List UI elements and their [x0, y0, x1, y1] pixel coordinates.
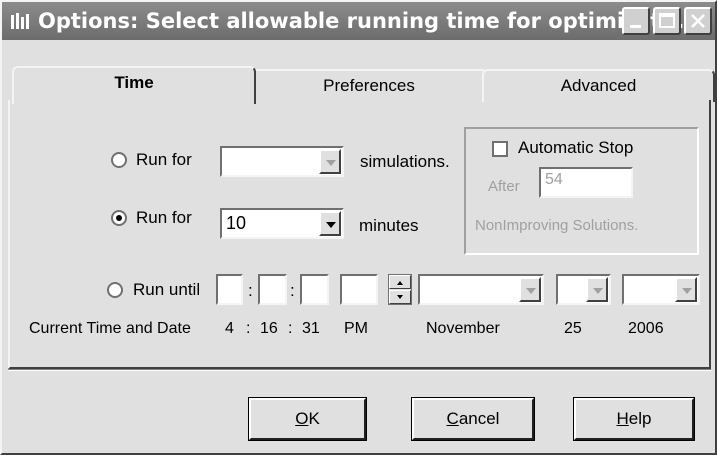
- button-separator: [8, 369, 711, 371]
- automatic-stop-label: Automatic Stop: [518, 138, 634, 157]
- ok-button[interactable]: OK: [248, 397, 367, 441]
- run-for-minutes-radio[interactable]: [111, 210, 127, 226]
- current-year: 2006: [628, 320, 664, 337]
- app-icon: [11, 13, 29, 29]
- run-until-radio[interactable]: [107, 282, 123, 298]
- minutes-value: 10: [226, 213, 247, 233]
- spin-up-button[interactable]: [389, 275, 411, 289]
- tab-time[interactable]: Time: [12, 66, 256, 104]
- nonimproving-label: NonImproving Solutions.: [475, 217, 639, 234]
- spin-down-icon: [397, 295, 403, 299]
- automatic-stop-checkbox[interactable]: [492, 141, 508, 157]
- until-day-dropdown-icon[interactable]: [586, 277, 608, 302]
- minutes-suffix: minutes: [359, 216, 419, 235]
- tab-advanced[interactable]: Advanced: [482, 69, 715, 102]
- maximize-button[interactable]: [653, 7, 681, 35]
- until-year-dropdown-icon[interactable]: [675, 277, 697, 302]
- spin-down-button[interactable]: [389, 290, 411, 304]
- current-minute: 16: [260, 320, 278, 337]
- until-minute-field[interactable]: [258, 274, 287, 305]
- tab-strip: Time Preferences Advanced: [12, 66, 715, 104]
- current-time-label: Current Time and Date: [29, 320, 191, 337]
- simulations-dropdown-icon[interactable]: [319, 149, 341, 174]
- current-ampm: PM: [344, 320, 368, 337]
- current-second: 31: [302, 320, 320, 337]
- current-month: November: [426, 320, 500, 337]
- minimize-icon: [630, 25, 641, 28]
- until-second-field[interactable]: [300, 274, 329, 305]
- run-until-label: Run until: [133, 280, 201, 299]
- current-day: 25: [564, 320, 582, 337]
- options-dialog: Options: Select allowable running time f…: [0, 0, 717, 455]
- tab-preferences[interactable]: Preferences: [250, 69, 488, 102]
- spin-up-icon: [397, 281, 403, 285]
- run-for-simulations-label: Run for: [136, 150, 192, 169]
- until-hour-field[interactable]: [216, 274, 243, 305]
- help-button[interactable]: Help: [573, 397, 695, 441]
- until-day-combo[interactable]: [556, 274, 611, 305]
- until-month-dropdown-icon[interactable]: [519, 277, 541, 302]
- title-bar[interactable]: Options: Select allowable running time f…: [2, 2, 715, 40]
- run-for-minutes-label: Run for: [136, 208, 192, 227]
- minutes-dropdown-icon[interactable]: [319, 211, 341, 236]
- time-spinner[interactable]: [388, 274, 412, 305]
- maximize-icon: [659, 13, 675, 28]
- simulations-combo[interactable]: [220, 146, 344, 177]
- until-month-combo[interactable]: [418, 274, 544, 305]
- current-hour: 4: [225, 320, 234, 337]
- after-field[interactable]: 54: [539, 167, 633, 198]
- minimize-button[interactable]: [622, 7, 650, 35]
- until-colon-2: :: [290, 281, 295, 300]
- simulations-suffix: simulations.: [360, 152, 450, 171]
- until-year-combo[interactable]: [622, 274, 700, 305]
- minutes-combo[interactable]: 10: [220, 208, 344, 239]
- cancel-button[interactable]: Cancel: [411, 397, 535, 441]
- until-colon-1: :: [248, 281, 253, 300]
- after-label: After: [488, 178, 520, 195]
- window-title: Options: Select allowable running time f…: [38, 9, 685, 33]
- run-for-simulations-radio[interactable]: [111, 152, 127, 168]
- close-button[interactable]: [684, 7, 712, 35]
- until-ampm-field[interactable]: [340, 274, 378, 305]
- close-icon: [691, 14, 705, 28]
- current-sep-1: :: [246, 320, 251, 337]
- current-sep-2: :: [288, 320, 293, 337]
